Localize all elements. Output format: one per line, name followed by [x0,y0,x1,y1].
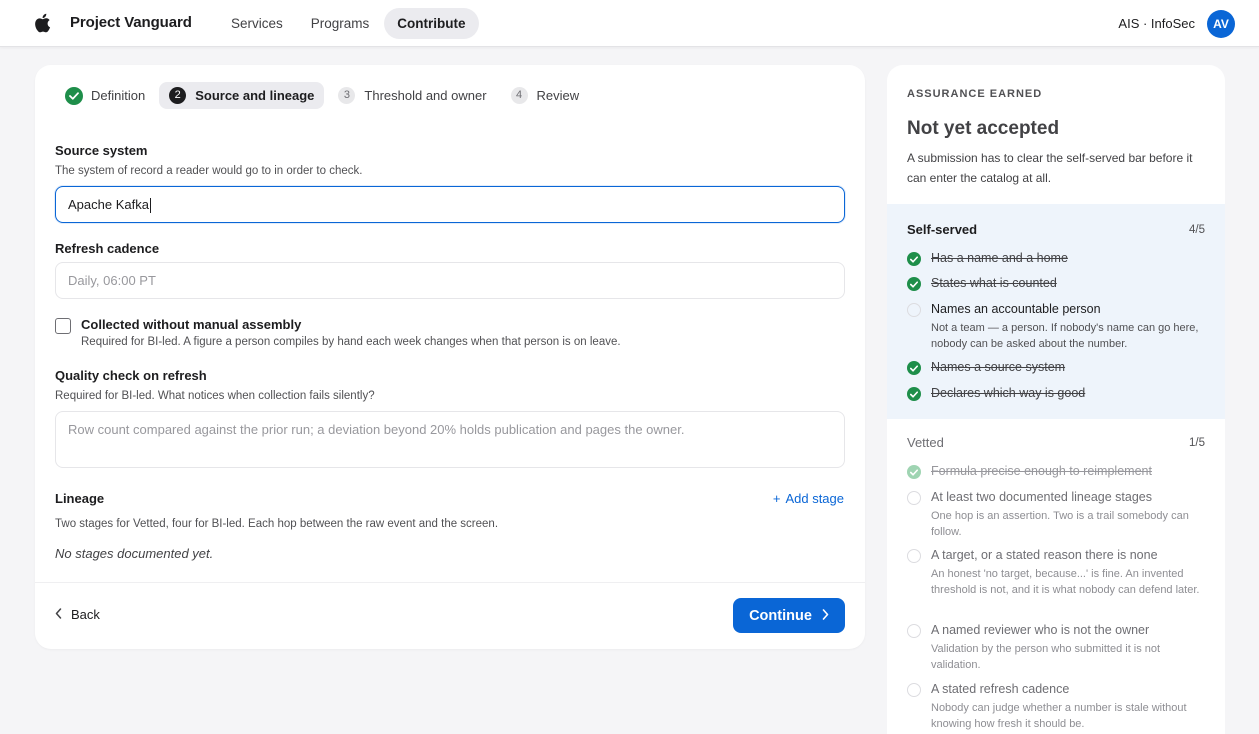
manual-assembly-help: Required for BI-led. A figure a person c… [81,336,621,348]
step-review[interactable]: 4 Review [501,82,590,109]
assurance-panel: ASSURANCE EARNED Not yet accepted A subm… [887,65,1225,734]
top-nav: Project Vanguard Services Programs Contr… [0,0,1259,47]
assurance-description: A submission has to clear the self-serve… [907,151,1193,185]
step-label: Source and lineage [195,88,315,103]
criterion-text: A stated refresh cadence [931,682,1070,696]
quality-check-placeholder: Row count compared against the prior run… [68,422,685,437]
main-nav: Services Programs Contribute [218,8,481,39]
manual-assembly-label[interactable]: Collected without manual assembly [81,317,301,332]
refresh-cadence-label: Refresh cadence [55,241,160,256]
check-circle-icon [907,277,921,291]
tier-count: 1/5 [1189,437,1205,449]
empty-circle-icon [907,303,921,317]
lineage-label: Lineage [55,491,105,506]
avatar[interactable]: AV [1207,10,1235,38]
source-system-help: The system of record a reader would go t… [55,165,363,177]
chevron-left-icon [55,607,62,622]
criterion-text: Names an accountable person [931,302,1101,316]
nav-services[interactable]: Services [218,8,296,39]
check-circle-icon [907,387,921,401]
check-circle-icon [65,86,83,105]
criterion-text: A target, or a stated reason there is no… [931,548,1158,562]
org-label: AIS · InfoSec [1118,16,1195,31]
lineage-help: Two stages for Vetted, four for BI-led. … [55,518,499,530]
step-definition[interactable]: Definition [55,82,155,109]
stepper: Definition 2 Source and lineage 3 Thresh… [55,82,593,109]
tier-count: 4/5 [1189,224,1205,236]
criterion-help: One hop is an assertion. Two is a trail … [931,510,1189,538]
quality-check-label: Quality check on refresh [55,368,207,383]
chevron-right-icon [822,608,829,623]
refresh-cadence-input[interactable]: Daily, 06:00 PT [55,262,845,299]
criterion-help: Validation by the person who submitted i… [931,643,1161,671]
check-circle-icon [907,465,921,479]
footer-divider [35,582,865,583]
check-circle-icon [907,361,921,375]
tier-self-served: Self-served 4/5 Has a name and a home St… [887,204,1225,419]
criterion-text: A named reviewer who is not the owner [931,623,1150,637]
plus-icon: + [772,491,781,506]
empty-circle-icon [907,624,921,638]
assurance-eyebrow: ASSURANCE EARNED [907,88,1043,100]
add-stage-label: Add stage [785,491,844,506]
quality-check-help: Required for BI-led. What notices when c… [55,390,375,402]
refresh-cadence-placeholder: Daily, 06:00 PT [68,273,156,288]
brand-name[interactable]: Project Vanguard [70,14,192,31]
source-system-input[interactable]: Apache Kafka [55,186,845,223]
back-button[interactable]: Back [55,607,100,622]
form-card: Definition 2 Source and lineage 3 Thresh… [35,65,865,649]
tier-name: Self-served [907,222,978,237]
criterion-text: Has a name and a home [931,251,1068,265]
criterion-help: Not a team — a person. If nobody's name … [931,322,1199,350]
step-source-lineage[interactable]: 2 Source and lineage [159,82,325,109]
assurance-title: Not yet accepted [907,118,1060,139]
nav-contribute[interactable]: Contribute [384,8,479,39]
step-label: Review [536,88,580,103]
continue-button[interactable]: Continue [733,598,845,633]
lineage-empty-note: No stages documented yet. [55,546,214,561]
manual-assembly-checkbox[interactable] [55,318,71,334]
empty-circle-icon [907,491,921,505]
criterion-text: At least two documented lineage stages [931,490,1152,504]
quality-check-textarea[interactable]: Row count compared against the prior run… [55,411,845,468]
tier-name: Vetted [907,435,944,450]
step-number: 3 [338,87,356,104]
criterion-help: Nobody can judge whether a number is sta… [931,702,1187,730]
criterion-text: Declares which way is good [931,386,1086,400]
criterion-text: Formula precise enough to reimplement [931,464,1152,478]
source-system-label: Source system [55,143,148,158]
criterion-text: States what is counted [931,276,1057,290]
add-stage-button[interactable]: + Add stage [773,491,844,506]
text-caret [149,198,151,214]
check-circle-icon [907,252,921,266]
source-system-value: Apache Kafka [68,197,149,212]
step-number: 2 [169,87,187,104]
empty-circle-icon [907,683,921,697]
empty-circle-icon [907,549,921,563]
criterion-text: Names a source system [931,360,1066,374]
step-label: Definition [91,88,146,103]
step-label: Threshold and owner [364,88,487,103]
nav-programs[interactable]: Programs [298,8,383,39]
apple-logo-icon[interactable] [33,13,51,33]
back-label: Back [71,607,100,622]
step-number: 4 [510,87,528,104]
step-threshold-owner[interactable]: 3 Threshold and owner [328,82,496,109]
continue-label: Continue [749,607,812,624]
criterion-help: An honest 'no target, because...' is fin… [931,568,1200,596]
